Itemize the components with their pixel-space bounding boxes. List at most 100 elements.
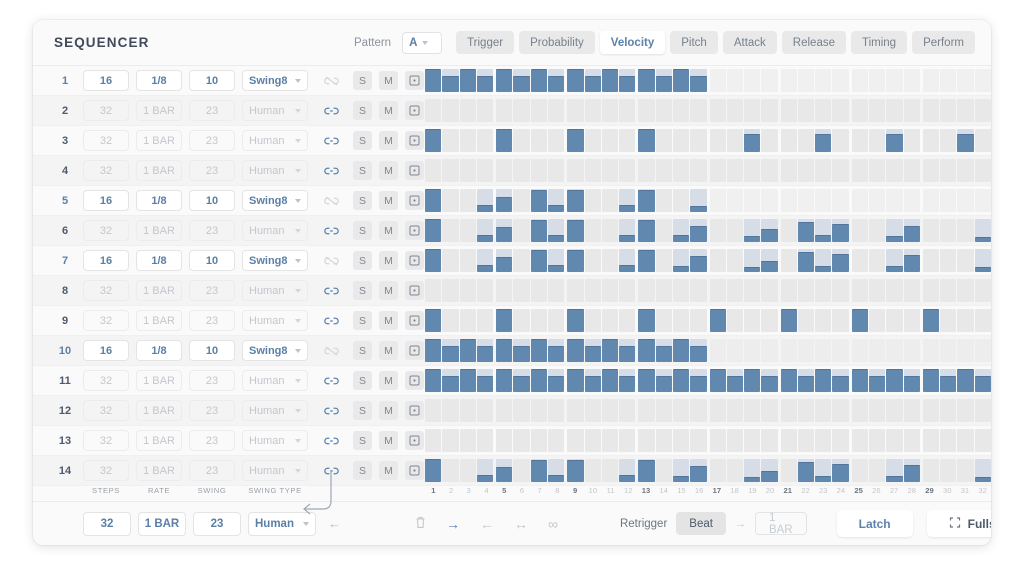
step-cell[interactable]: [815, 399, 832, 422]
tab-release[interactable]: Release: [781, 31, 846, 54]
step-cell[interactable]: [655, 459, 672, 482]
step-cell[interactable]: [496, 459, 513, 482]
mute-button[interactable]: M: [379, 461, 398, 480]
step-cell[interactable]: [442, 189, 459, 212]
velocity-bar[interactable]: [476, 475, 494, 482]
velocity-bar[interactable]: [797, 462, 815, 482]
step-cell[interactable]: [744, 69, 761, 92]
track-swing-field[interactable]: 10: [189, 190, 235, 211]
track-swing-type-field[interactable]: Human: [242, 280, 308, 301]
velocity-bar[interactable]: [851, 369, 869, 392]
step-cell[interactable]: [851, 219, 869, 242]
step-cell[interactable]: [709, 69, 726, 92]
step-cell[interactable]: [761, 219, 778, 242]
step-cell[interactable]: [496, 69, 513, 92]
step-cell[interactable]: [726, 279, 744, 302]
track-swing-type-field[interactable]: Swing8: [242, 190, 308, 211]
velocity-bar[interactable]: [797, 222, 815, 242]
velocity-bar[interactable]: [476, 235, 494, 242]
step-cell[interactable]: [744, 429, 761, 452]
step-cell[interactable]: [886, 399, 903, 422]
step-cell[interactable]: [530, 249, 547, 272]
velocity-bar[interactable]: [744, 476, 761, 482]
velocity-bar[interactable]: [567, 309, 584, 332]
step-cell[interactable]: [547, 399, 565, 422]
step-cell[interactable]: [974, 99, 991, 122]
step-cell[interactable]: [567, 459, 584, 482]
step-cell[interactable]: [425, 219, 442, 242]
step-cell[interactable]: [974, 249, 991, 272]
step-cell[interactable]: [584, 219, 601, 242]
step-cell[interactable]: [886, 69, 903, 92]
velocity-bar[interactable]: [425, 249, 442, 272]
step-cell[interactable]: [903, 219, 920, 242]
step-cell[interactable]: [851, 429, 869, 452]
velocity-bar[interactable]: [584, 375, 601, 392]
track-swing-field[interactable]: 10: [189, 340, 235, 361]
step-cell[interactable]: [940, 309, 957, 332]
step-cell[interactable]: [584, 459, 601, 482]
step-cell[interactable]: [567, 429, 584, 452]
step-cell[interactable]: [726, 309, 744, 332]
step-cell[interactable]: [672, 159, 690, 182]
track-swing-type-field[interactable]: Human: [242, 370, 308, 391]
step-cell[interactable]: [761, 69, 778, 92]
retrigger-length-field[interactable]: 1 BAR: [754, 512, 807, 536]
step-cell[interactable]: [780, 279, 797, 302]
step-cell[interactable]: [655, 429, 672, 452]
step-cell[interactable]: [851, 69, 869, 92]
step-cell[interactable]: [655, 159, 672, 182]
step-cell[interactable]: [886, 309, 903, 332]
step-cell[interactable]: [797, 279, 815, 302]
step-cell[interactable]: [690, 129, 707, 152]
step-cell[interactable]: [797, 189, 815, 212]
velocity-bar[interactable]: [547, 345, 565, 362]
track-swing-type-field[interactable]: Human: [242, 100, 308, 121]
step-cell[interactable]: [601, 69, 619, 92]
track-steps-field[interactable]: 32: [83, 430, 129, 451]
velocity-bar[interactable]: [797, 252, 815, 272]
step-cell[interactable]: [638, 159, 655, 182]
step-cell[interactable]: [851, 369, 869, 392]
track-steps-field[interactable]: 32: [83, 130, 129, 151]
step-cell[interactable]: [619, 429, 636, 452]
velocity-bar[interactable]: [459, 339, 476, 362]
step-cell[interactable]: [869, 69, 886, 92]
step-cell[interactable]: [547, 249, 565, 272]
velocity-bar[interactable]: [476, 205, 494, 212]
step-cell[interactable]: [496, 309, 513, 332]
step-cell[interactable]: [425, 129, 442, 152]
step-cell[interactable]: [584, 99, 601, 122]
mute-button[interactable]: M: [379, 431, 398, 450]
step-cell[interactable]: [940, 99, 957, 122]
step-cell[interactable]: [851, 279, 869, 302]
step-cell[interactable]: [709, 339, 726, 362]
step-cell[interactable]: [957, 399, 974, 422]
step-cell[interactable]: [780, 309, 797, 332]
step-cell[interactable]: [726, 399, 744, 422]
step-cell[interactable]: [530, 189, 547, 212]
velocity-bar[interactable]: [496, 129, 513, 152]
solo-button[interactable]: S: [353, 401, 372, 420]
step-cell[interactable]: [922, 189, 940, 212]
velocity-bar[interactable]: [567, 220, 584, 242]
step-cell[interactable]: [761, 159, 778, 182]
step-cell[interactable]: [886, 459, 903, 482]
step-cell[interactable]: [957, 309, 974, 332]
velocity-bar[interactable]: [672, 476, 690, 482]
tab-probability[interactable]: Probability: [519, 31, 595, 54]
velocity-bar[interactable]: [547, 375, 565, 392]
step-cell[interactable]: [672, 309, 690, 332]
velocity-bar[interactable]: [619, 375, 636, 392]
step-cell[interactable]: [744, 159, 761, 182]
track-swing-type-field[interactable]: Human: [242, 160, 308, 181]
step-cell[interactable]: [567, 159, 584, 182]
step-cell[interactable]: [903, 69, 920, 92]
step-cell[interactable]: [530, 339, 547, 362]
velocity-bar[interactable]: [442, 375, 459, 392]
track-swing-type-field[interactable]: Human: [242, 220, 308, 241]
track-swing-type-field[interactable]: Human: [242, 310, 308, 331]
track-swing-field[interactable]: 23: [189, 400, 235, 421]
track-steps-field[interactable]: 32: [83, 160, 129, 181]
link-icon[interactable]: [316, 286, 346, 296]
